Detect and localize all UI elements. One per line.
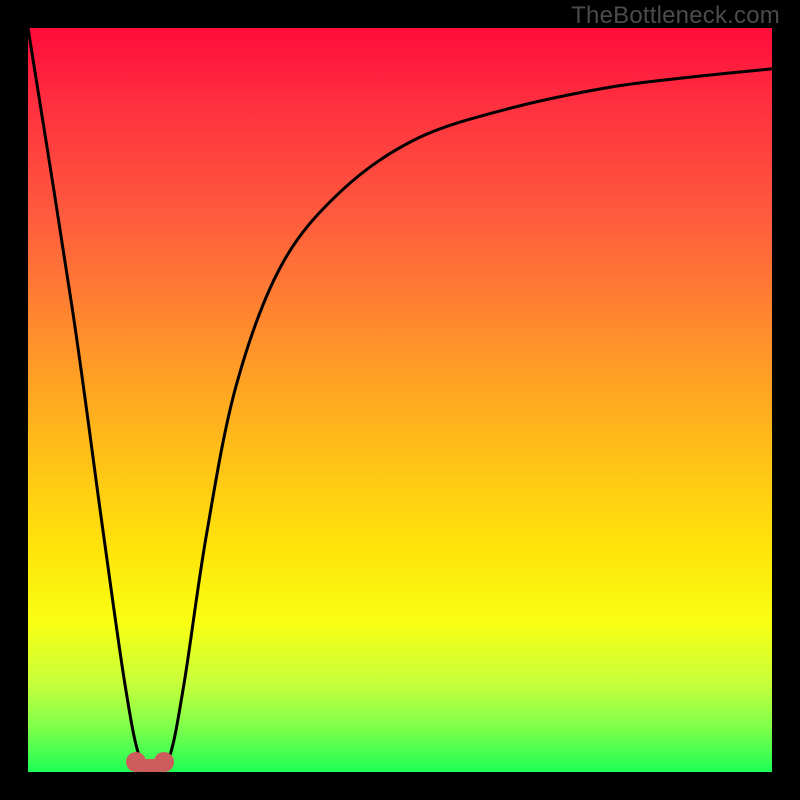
chart-frame: TheBottleneck.com xyxy=(0,0,800,800)
bottleneck-curve xyxy=(28,28,772,772)
plot-area xyxy=(28,28,772,772)
optimal-marker xyxy=(126,750,174,772)
watermark-text: TheBottleneck.com xyxy=(571,2,780,30)
